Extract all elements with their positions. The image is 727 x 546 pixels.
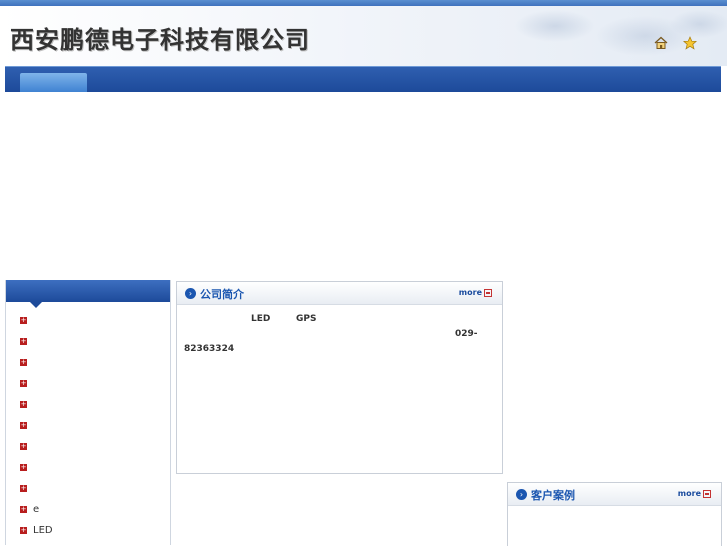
sidebar-item[interactable]: + xyxy=(6,460,170,481)
sidebar-list: + + + + + + + + + + e + LED xyxy=(6,313,170,544)
plus-bullet-icon: + xyxy=(20,526,27,534)
sidebar-item[interactable]: + LED xyxy=(6,523,170,544)
main-navbar xyxy=(5,66,721,92)
customer-cases-panel: › 客户案例 more xyxy=(507,482,722,546)
customer-cases-more-link[interactable]: more xyxy=(678,489,711,498)
company-intro-panel: › 公司简介 more LED GPS 029- 82363324 xyxy=(176,281,503,474)
sidebar-item-label: e xyxy=(33,504,40,515)
more-arrow-icon xyxy=(484,288,492,297)
product-sidebar: + + + + + + + + + + e + LED xyxy=(5,280,171,545)
site-header: 西安鹏德电子科技有限公司 xyxy=(0,6,727,66)
sidebar-item[interactable]: + e xyxy=(6,502,170,523)
more-arrow-icon xyxy=(703,489,711,498)
customer-cases-header: › 客户案例 more xyxy=(508,483,721,506)
sidebar-header-arrow-icon xyxy=(30,302,42,308)
more-label: more xyxy=(677,489,701,498)
sidebar-item-label: LED xyxy=(33,525,53,536)
home-icon[interactable] xyxy=(654,36,668,50)
favorite-star-icon[interactable] xyxy=(683,36,697,50)
sidebar-item[interactable]: + xyxy=(6,376,170,397)
plus-bullet-icon: + xyxy=(20,421,27,429)
circle-arrow-icon: › xyxy=(185,288,196,299)
sidebar-item[interactable]: + xyxy=(6,334,170,355)
sidebar-item[interactable]: + xyxy=(6,418,170,439)
sidebar-item[interactable]: + xyxy=(6,439,170,460)
plus-bullet-icon: + xyxy=(20,358,27,366)
company-intro-header: › 公司简介 more xyxy=(177,282,502,305)
intro-text-led: LED xyxy=(251,314,271,324)
plus-bullet-icon: + xyxy=(20,337,27,345)
company-intro-more-link[interactable]: more xyxy=(459,288,492,297)
customer-cases-title: 客户案例 xyxy=(531,489,575,502)
sidebar-item[interactable]: + xyxy=(6,481,170,502)
intro-text-gps: GPS xyxy=(296,314,317,324)
circle-arrow-icon: › xyxy=(516,489,527,500)
plus-bullet-icon: + xyxy=(20,505,27,513)
plus-bullet-icon: + xyxy=(20,316,27,324)
sidebar-header xyxy=(6,280,170,302)
sidebar-item[interactable]: + xyxy=(6,313,170,334)
plus-bullet-icon: + xyxy=(20,379,27,387)
company-intro-title: 公司简介 xyxy=(200,288,244,301)
plus-bullet-icon: + xyxy=(20,400,27,408)
nav-tab-active[interactable] xyxy=(20,73,87,92)
sidebar-item[interactable]: + xyxy=(6,397,170,418)
plus-bullet-icon: + xyxy=(20,442,27,450)
intro-phone-prefix: 029- xyxy=(455,329,478,339)
more-label: more xyxy=(458,288,482,297)
plus-bullet-icon: + xyxy=(20,463,27,471)
plus-bullet-icon: + xyxy=(20,484,27,492)
company-logo-text[interactable]: 西安鹏德电子科技有限公司 xyxy=(10,20,310,55)
intro-phone-number: 82363324 xyxy=(184,344,235,354)
sidebar-item[interactable]: + xyxy=(6,355,170,376)
